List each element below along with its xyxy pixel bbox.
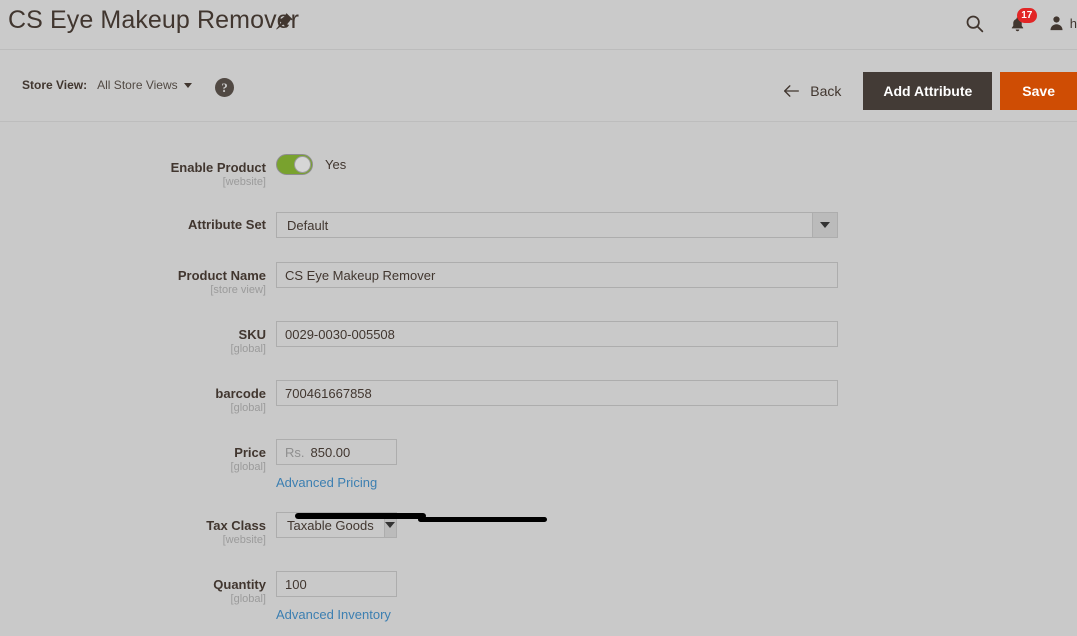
scope-product-name: [store view] — [210, 284, 266, 296]
search-icon[interactable] — [958, 6, 992, 40]
field-attribute-set: Attribute Set Default — [0, 212, 1077, 238]
field-enable-product: Enable Product [website] Yes — [0, 154, 1077, 189]
back-button[interactable]: Back — [779, 72, 863, 110]
attribute-set-select[interactable]: Default — [276, 212, 838, 238]
user-menu[interactable]: h — [1048, 14, 1077, 32]
price-currency-prefix: Rs. — [285, 444, 305, 460]
redaction-bar-2 — [418, 517, 547, 522]
store-view-value: All Store Views — [97, 78, 178, 92]
label-barcode: barcode — [215, 386, 266, 401]
label-sku: SKU — [238, 327, 266, 342]
field-barcode: barcode [global] — [0, 380, 1077, 415]
field-sku: SKU [global] * — [0, 321, 1077, 356]
field-label-product-name: Product Name [store view] * — [0, 262, 276, 297]
field-price: Price [global] Rs. 850.00 Advanced Prici… — [0, 439, 1077, 492]
price-input[interactable]: Rs. 850.00 — [276, 439, 397, 465]
field-product-name: Product Name [store view] * — [0, 262, 1077, 297]
store-view-label: Store View: — [22, 78, 88, 92]
enable-product-control: Yes — [276, 154, 346, 175]
toggle-knob — [294, 156, 311, 173]
user-avatar-icon — [1048, 14, 1065, 32]
attribute-set-control: Default — [276, 212, 838, 238]
product-form: Enable Product [website] Yes Attribute S… — [0, 122, 1077, 635]
scope-quantity: [global] — [230, 593, 266, 605]
label-product-name: Product Name — [177, 268, 266, 283]
product-name-input[interactable] — [276, 262, 838, 288]
barcode-input[interactable] — [276, 380, 838, 406]
label-tax-class: Tax Class — [206, 518, 266, 533]
field-label-quantity: Quantity [global] — [0, 571, 276, 606]
page-header: CS Eye Makeup Remover 17 h — [0, 0, 1077, 50]
field-label-enable-product: Enable Product [website] — [0, 154, 276, 189]
back-button-label: Back — [810, 83, 842, 99]
field-label-sku: SKU [global] * — [0, 321, 276, 356]
notifications-bell-icon[interactable]: 17 — [1004, 6, 1037, 40]
chevron-down-icon — [812, 213, 837, 237]
barcode-control — [276, 380, 838, 406]
chevron-down-icon — [183, 82, 192, 88]
scope-price: [global] — [230, 461, 266, 473]
label-attribute-set: Attribute Set — [188, 217, 266, 232]
scope-sku: [global] — [230, 343, 266, 355]
field-label-tax-class: Tax Class [website] — [0, 512, 276, 547]
store-view-switcher[interactable]: Store View: All Store Views — [22, 78, 192, 92]
field-label-barcode: barcode [global] — [0, 380, 276, 415]
field-label-attribute-set: Attribute Set — [0, 212, 276, 232]
attribute-set-value: Default — [287, 217, 329, 233]
quantity-input[interactable] — [276, 571, 397, 597]
enable-product-state-label: Yes — [325, 157, 347, 172]
field-quantity: Quantity [global] Advanced Inventory — [0, 571, 1077, 624]
question-mark-icon[interactable]: ? — [215, 78, 234, 97]
label-quantity: Quantity — [213, 577, 266, 592]
sku-input[interactable] — [276, 321, 838, 347]
redaction-bar-1 — [295, 513, 426, 519]
scope-tax-class: [website] — [222, 534, 266, 546]
scope-enable-product: [website] — [222, 176, 266, 188]
enable-product-toggle[interactable] — [276, 154, 313, 175]
pushpin-icon[interactable] — [270, 11, 294, 35]
advanced-pricing-link[interactable]: Advanced Pricing — [276, 475, 377, 490]
user-name-label: h — [1069, 15, 1077, 31]
header-actions: 17 h — [958, 6, 1077, 40]
quantity-control: Advanced Inventory — [276, 571, 397, 624]
save-button[interactable]: Save — [1000, 72, 1077, 110]
label-enable-product: Enable Product — [170, 160, 266, 175]
price-control: Rs. 850.00 Advanced Pricing — [276, 439, 397, 492]
sku-control — [276, 321, 838, 347]
field-label-price: Price [global] — [0, 439, 276, 474]
advanced-inventory-link[interactable]: Advanced Inventory — [276, 607, 391, 622]
arrow-left-icon — [783, 84, 800, 98]
page-title: CS Eye Makeup Remover — [8, 6, 300, 34]
label-price: Price — [234, 445, 266, 460]
toolbar-buttons: Back Add Attribute Save — [779, 72, 1077, 110]
add-attribute-button[interactable]: Add Attribute — [863, 72, 993, 110]
page-actions-toolbar: Store View: All Store Views ? Back Add A… — [0, 50, 1077, 122]
price-value: 850.00 — [310, 444, 351, 460]
notifications-count-badge: 17 — [1016, 8, 1037, 23]
product-name-control — [276, 262, 838, 288]
scope-barcode: [global] — [230, 402, 266, 414]
